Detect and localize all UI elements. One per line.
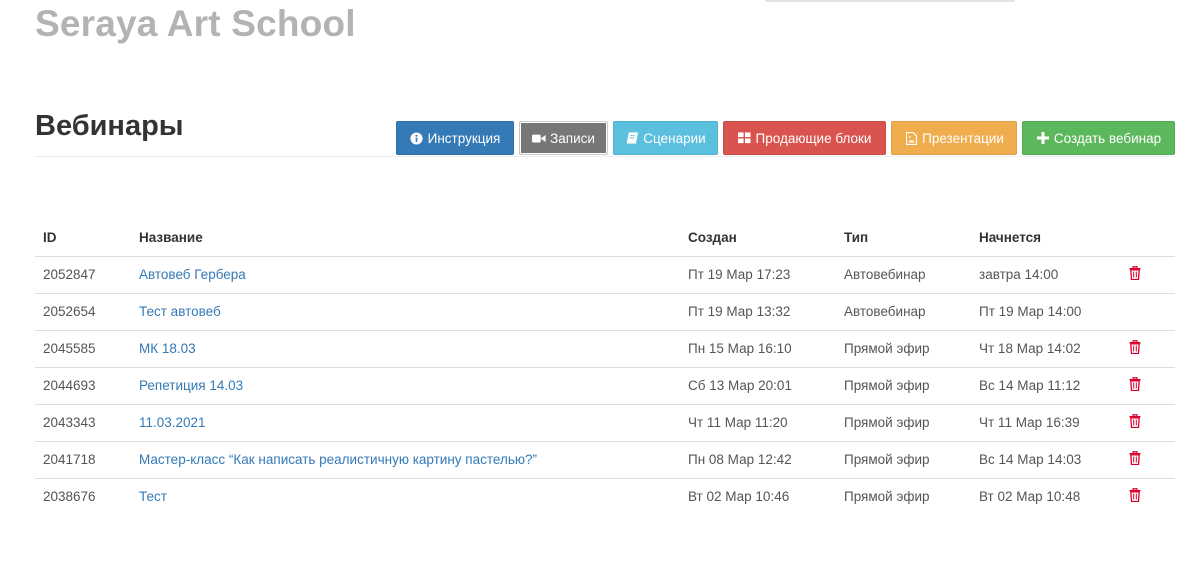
webinar-link[interactable]: МК 18.03 xyxy=(139,341,196,356)
cell-type: Автовебинар xyxy=(836,293,971,331)
cell-id: 2038676 xyxy=(43,489,96,505)
trash-icon[interactable] xyxy=(1129,451,1141,465)
cell-starts: Чт 11 Мар 16:39 xyxy=(971,404,1115,442)
table-row: 2052847 Автовеб Гербера Пт 19 Мар 17:23 Авт… xyxy=(35,256,1175,294)
cell-type: Прямой эфир xyxy=(836,441,971,479)
cell-actions xyxy=(1115,367,1175,405)
cell-type: Прямой эфир xyxy=(836,404,971,442)
cell-actions xyxy=(1115,256,1175,294)
cell-id: 2052654 xyxy=(35,293,131,331)
table-row: 2038676 Тест Вт 02 Мар 10:46 Прямой эфир Вт … xyxy=(35,478,1175,515)
cell-starts: Вс 14 Мар 14:03 xyxy=(971,441,1115,479)
table-row: 2045585 МК 18.03 Пн 15 Мар 16:10 Прямой эфи… xyxy=(35,330,1175,368)
scenarios-button[interactable]: Сценарии xyxy=(613,121,718,155)
webinar-link[interactable]: Репетиция 14.03 xyxy=(139,378,243,393)
table-header-row: ID Название Создан Тип Начнется xyxy=(35,219,1175,257)
cell-starts: завтра 14:00 xyxy=(971,256,1115,294)
trash-icon[interactable] xyxy=(1129,266,1141,280)
cell-name: Автовеб Гербера xyxy=(131,256,680,294)
cell-created: Чт 11 Мар 11:20 xyxy=(680,404,836,442)
instruction-button-label: Инструкция xyxy=(427,130,501,146)
cell-id: 2041718 xyxy=(35,441,131,479)
instruction-button[interactable]: Инструкция xyxy=(396,121,514,155)
cell-name: Мастер-класс “Как написать реалистичную … xyxy=(131,441,680,479)
header-id: ID xyxy=(35,219,131,257)
webinar-link[interactable]: Мастер-класс “Как написать реалистичную … xyxy=(139,452,537,467)
book-icon xyxy=(625,131,639,145)
create-webinar-button[interactable]: Создать вебинар xyxy=(1022,121,1175,155)
top-strip xyxy=(765,0,1015,2)
cell-starts: Пт 19 Мар 14:00 xyxy=(971,293,1115,331)
cell-created: Пт 19 Мар 13:32 xyxy=(680,293,836,331)
cell-id: 2052847 xyxy=(35,256,131,294)
cell-actions xyxy=(1115,478,1175,515)
create-webinar-button-label: Создать вебинар xyxy=(1053,130,1162,146)
cell-id: 2044693 xyxy=(35,367,131,405)
page-title: Вебинары xyxy=(35,110,184,142)
cell-created: Пн 08 Мар 12:42 xyxy=(680,441,836,479)
sales-blocks-button[interactable]: Продающие блоки xyxy=(723,121,886,155)
webinar-link[interactable]: Автовеб Гербера xyxy=(139,267,246,282)
webinar-link[interactable]: 11.03.2021 xyxy=(139,415,206,430)
webinar-link[interactable]: Тест автовеб xyxy=(139,304,221,319)
recordings-button-label: Записи xyxy=(550,130,595,146)
cell-name: Тест автовеб xyxy=(131,293,680,331)
presentations-button-label: Презентации xyxy=(922,130,1004,146)
cell-name: 11.03.2021 xyxy=(131,404,680,442)
cell-starts: Чт 18 Мар 14:02 xyxy=(971,330,1115,368)
trash-icon[interactable] xyxy=(1129,340,1141,354)
file-image-icon xyxy=(904,131,918,145)
grid-icon xyxy=(738,131,752,145)
info-circle-icon xyxy=(410,131,424,145)
table-row: 2052654 Тест автовеб Пт 19 Мар 13:32 Автове… xyxy=(35,293,1175,331)
table-row: 2043343 11.03.2021 Чт 11 Мар 11:20 Прямой э… xyxy=(35,404,1175,442)
cell-actions xyxy=(1115,441,1175,479)
cell-actions xyxy=(1115,293,1175,331)
table-row: 2044693 Репетиция 14.03 Сб 13 Мар 20:01 Пря… xyxy=(35,367,1175,405)
header-type: Тип xyxy=(836,219,971,257)
header-actions xyxy=(1115,219,1175,257)
header-name: Название xyxy=(131,219,680,257)
cell-type: Автовебинар xyxy=(836,256,971,294)
webinar-link[interactable]: Тест xyxy=(139,489,167,504)
cell-id: 2045585 xyxy=(35,330,131,368)
cell-starts: Вт 02 Мар 10:48 xyxy=(979,489,1081,505)
cell-actions xyxy=(1115,330,1175,368)
presentations-button[interactable]: Презентации xyxy=(891,121,1017,155)
header-created: Создан xyxy=(680,219,836,257)
cell-type: Прямой эфир xyxy=(844,489,930,505)
webinars-table: ID Название Создан Тип Начнется 2052847 А… xyxy=(35,219,1175,515)
cell-type: Прямой эфир xyxy=(836,367,971,405)
cell-name: Тест xyxy=(131,478,680,515)
brand-title: Seraya Art School xyxy=(35,3,356,44)
video-camera-icon xyxy=(532,131,546,145)
sales-blocks-button-label: Продающие блоки xyxy=(755,130,872,146)
recordings-button[interactable]: Записи xyxy=(519,121,608,155)
cell-name: МК 18.03 xyxy=(131,330,680,368)
cell-created: Пт 19 Мар 17:23 xyxy=(680,256,836,294)
trash-icon[interactable] xyxy=(1129,377,1141,391)
trash-icon[interactable] xyxy=(1129,414,1141,428)
plus-icon xyxy=(1036,131,1050,145)
cell-type: Прямой эфир xyxy=(836,330,971,368)
cell-name: Репетиция 14.03 xyxy=(131,367,680,405)
cell-created: Вт 02 Мар 10:46 xyxy=(688,489,790,505)
table-row: 2041718 Мастер-класс “Как написать реалис… xyxy=(35,441,1175,479)
header-starts: Начнется xyxy=(971,219,1115,257)
cell-created: Сб 13 Мар 20:01 xyxy=(680,367,836,405)
scenarios-button-label: Сценарии xyxy=(643,130,706,146)
trash-icon[interactable] xyxy=(1129,488,1141,503)
cell-id: 2043343 xyxy=(35,404,131,442)
cell-starts: Вс 14 Мар 11:12 xyxy=(971,367,1115,405)
cell-actions xyxy=(1115,404,1175,442)
cell-created: Пн 15 Мар 16:10 xyxy=(680,330,836,368)
